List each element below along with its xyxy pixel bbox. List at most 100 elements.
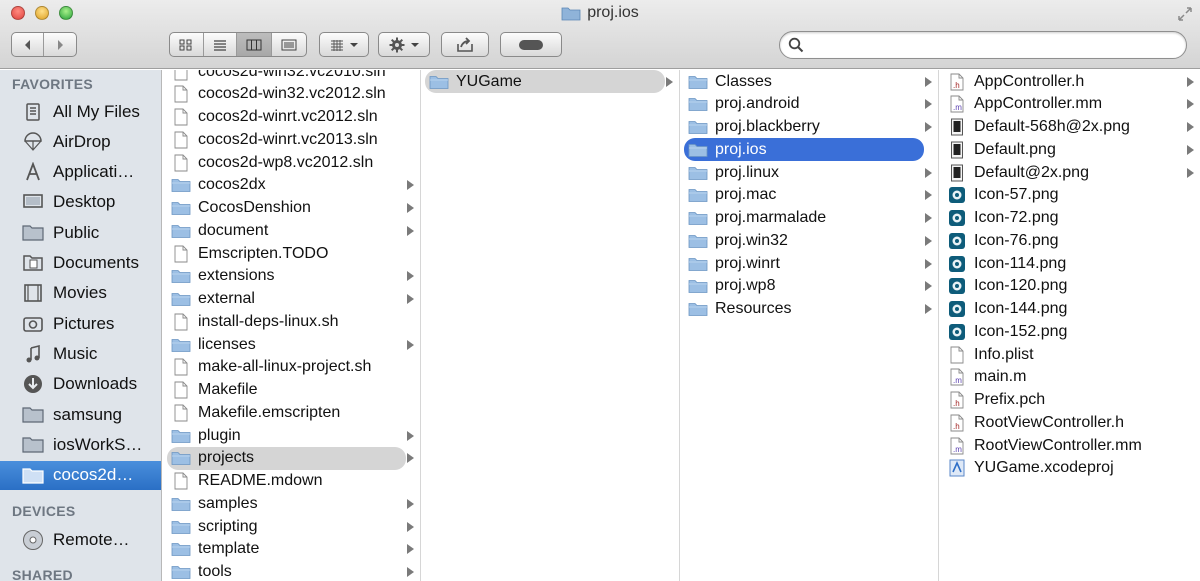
list-item[interactable]: cocos2d-winrt.vc2013.sln xyxy=(163,128,420,151)
list-item[interactable]: proj.ios xyxy=(680,138,938,162)
list-item[interactable]: proj.blackberry xyxy=(680,116,938,139)
list-item[interactable]: .h RootViewController.h xyxy=(939,411,1200,434)
list-item[interactable]: cocos2d-win32.vc2012.sln xyxy=(163,83,420,106)
item-icon: .m xyxy=(947,368,967,386)
item-label: proj.linux xyxy=(715,163,780,181)
list-item[interactable]: Icon-144.png xyxy=(939,298,1200,321)
list-item[interactable]: licenses xyxy=(163,333,420,356)
column-view-button[interactable] xyxy=(237,33,272,56)
list-item[interactable]: Makefile.emscripten xyxy=(163,401,420,424)
item-label: Icon-57.png xyxy=(974,186,1059,204)
sidebar-item-remote-disc[interactable]: Remote… xyxy=(0,525,161,554)
list-item[interactable]: proj.marmalade xyxy=(680,207,938,230)
sidebar-item-documents[interactable]: Documents xyxy=(0,249,161,278)
document-icon xyxy=(174,131,188,149)
list-item[interactable]: tools xyxy=(163,561,420,581)
search-field[interactable] xyxy=(779,31,1187,59)
app-icon-image-icon xyxy=(949,210,965,226)
sidebar-item-public[interactable]: Public xyxy=(0,218,161,247)
list-item[interactable]: extensions xyxy=(163,265,420,288)
tags-button[interactable] xyxy=(500,32,562,57)
list-item[interactable]: Resources xyxy=(680,298,938,321)
list-item[interactable]: Icon-57.png xyxy=(939,184,1200,207)
list-item[interactable]: proj.winrt xyxy=(680,252,938,275)
sidebar-item-music[interactable]: Music xyxy=(0,339,161,368)
list-item[interactable]: make-all-linux-project.sh xyxy=(163,356,420,379)
folder-icon xyxy=(688,189,708,203)
list-item[interactable]: .m main.m xyxy=(939,366,1200,389)
sidebar-item-pictures[interactable]: Pictures xyxy=(0,309,161,338)
back-button[interactable] xyxy=(12,33,45,56)
list-item[interactable]: plugin xyxy=(163,424,420,447)
list-item[interactable]: scripting xyxy=(163,515,420,538)
list-item[interactable]: proj.mac xyxy=(680,184,938,207)
search-input[interactable] xyxy=(810,35,1170,55)
list-item[interactable]: Info.plist xyxy=(939,343,1200,366)
list-item[interactable]: proj.linux xyxy=(680,161,938,184)
list-item[interactable]: cocos2d-wp8.vc2012.sln xyxy=(163,151,420,174)
cover-flow-view-button[interactable] xyxy=(272,33,306,56)
sidebar: FAVORITES All My Files AirDrop Applicati… D… xyxy=(0,70,162,581)
list-item[interactable]: template xyxy=(163,538,420,561)
list-item[interactable]: proj.win32 xyxy=(680,229,938,252)
list-item[interactable]: Makefile xyxy=(163,379,420,402)
list-item[interactable]: .h AppController.h xyxy=(939,70,1200,93)
sidebar-item-label: Downloads xyxy=(53,374,138,394)
list-item[interactable]: Classes xyxy=(680,70,938,93)
fullscreen-icon[interactable] xyxy=(1176,5,1194,23)
forward-button[interactable] xyxy=(44,33,76,56)
list-item[interactable]: Icon-120.png xyxy=(939,275,1200,298)
list-item[interactable]: Icon-152.png xyxy=(939,320,1200,343)
list-item[interactable]: cocos2d-winrt.vc2012.sln xyxy=(163,106,420,129)
disclosure-arrow-icon xyxy=(407,294,414,304)
document-icon xyxy=(174,404,188,422)
list-item[interactable]: YUGame.xcodeproj xyxy=(939,457,1200,480)
list-item[interactable]: .m RootViewController.mm xyxy=(939,434,1200,457)
list-item[interactable]: Icon-76.png xyxy=(939,229,1200,252)
list-item[interactable]: CocosDenshion xyxy=(163,197,420,220)
shared-header: SHARED xyxy=(12,567,73,581)
list-item[interactable]: cocos2d-win32.vc2010.sln xyxy=(163,70,420,83)
list-item[interactable]: install-deps-linux.sh xyxy=(163,310,420,333)
icon-view-button[interactable] xyxy=(170,33,204,56)
sidebar-item-applicati[interactable]: Applicati… xyxy=(0,158,161,187)
list-item[interactable]: Icon-72.png xyxy=(939,207,1200,230)
sidebar-item-airdrop[interactable]: AirDrop xyxy=(0,127,161,156)
item-icon xyxy=(688,186,708,204)
item-icon xyxy=(947,141,967,159)
arrange-button[interactable] xyxy=(319,32,369,57)
list-item[interactable]: Default.png xyxy=(939,138,1200,161)
window-title-bar: proj.ios xyxy=(0,4,1200,24)
list-item[interactable]: .m AppController.mm xyxy=(939,93,1200,116)
sidebar-item-cocos2d[interactable]: cocos2d… xyxy=(0,460,161,490)
list-item[interactable]: README.mdown xyxy=(163,470,420,493)
list-item[interactable]: external xyxy=(163,288,420,311)
list-item[interactable]: proj.android xyxy=(680,93,938,116)
list-item[interactable]: Emscripten.TODO xyxy=(163,242,420,265)
list-item[interactable]: Default@2x.png xyxy=(939,161,1200,184)
action-button[interactable] xyxy=(378,32,430,57)
list-item[interactable]: proj.wp8 xyxy=(680,275,938,298)
sidebar-item-all-my-files[interactable]: All My Files xyxy=(0,97,161,126)
list-item[interactable]: samples xyxy=(163,492,420,515)
item-icon xyxy=(171,131,191,149)
sidebar-item-movies[interactable]: Movies xyxy=(0,279,161,308)
list-item[interactable]: Icon-114.png xyxy=(939,252,1200,275)
list-item[interactable]: YUGame xyxy=(421,70,679,93)
list-view-button[interactable] xyxy=(204,33,238,56)
list-item[interactable]: document xyxy=(163,219,420,242)
share-button[interactable] xyxy=(441,32,489,57)
list-item[interactable]: Default-568h@2x.png xyxy=(939,116,1200,139)
sidebar-item-downloads[interactable]: Downloads xyxy=(0,370,161,399)
sidebar-item-iosworks[interactable]: iosWorkS… xyxy=(0,430,161,459)
item-label: proj.blackberry xyxy=(715,118,820,135)
sidebar-item-samsung[interactable]: samsung xyxy=(0,400,161,429)
sidebar-item-desktop[interactable]: Desktop xyxy=(0,188,161,217)
image-file-icon xyxy=(951,164,963,181)
xcode-project-icon xyxy=(949,459,965,477)
plist-file-icon xyxy=(950,346,964,363)
list-item[interactable]: .h Prefix.pch xyxy=(939,389,1200,412)
item-label: projects xyxy=(198,449,255,467)
list-item[interactable]: projects xyxy=(163,446,420,470)
list-item[interactable]: cocos2dx xyxy=(163,174,420,197)
